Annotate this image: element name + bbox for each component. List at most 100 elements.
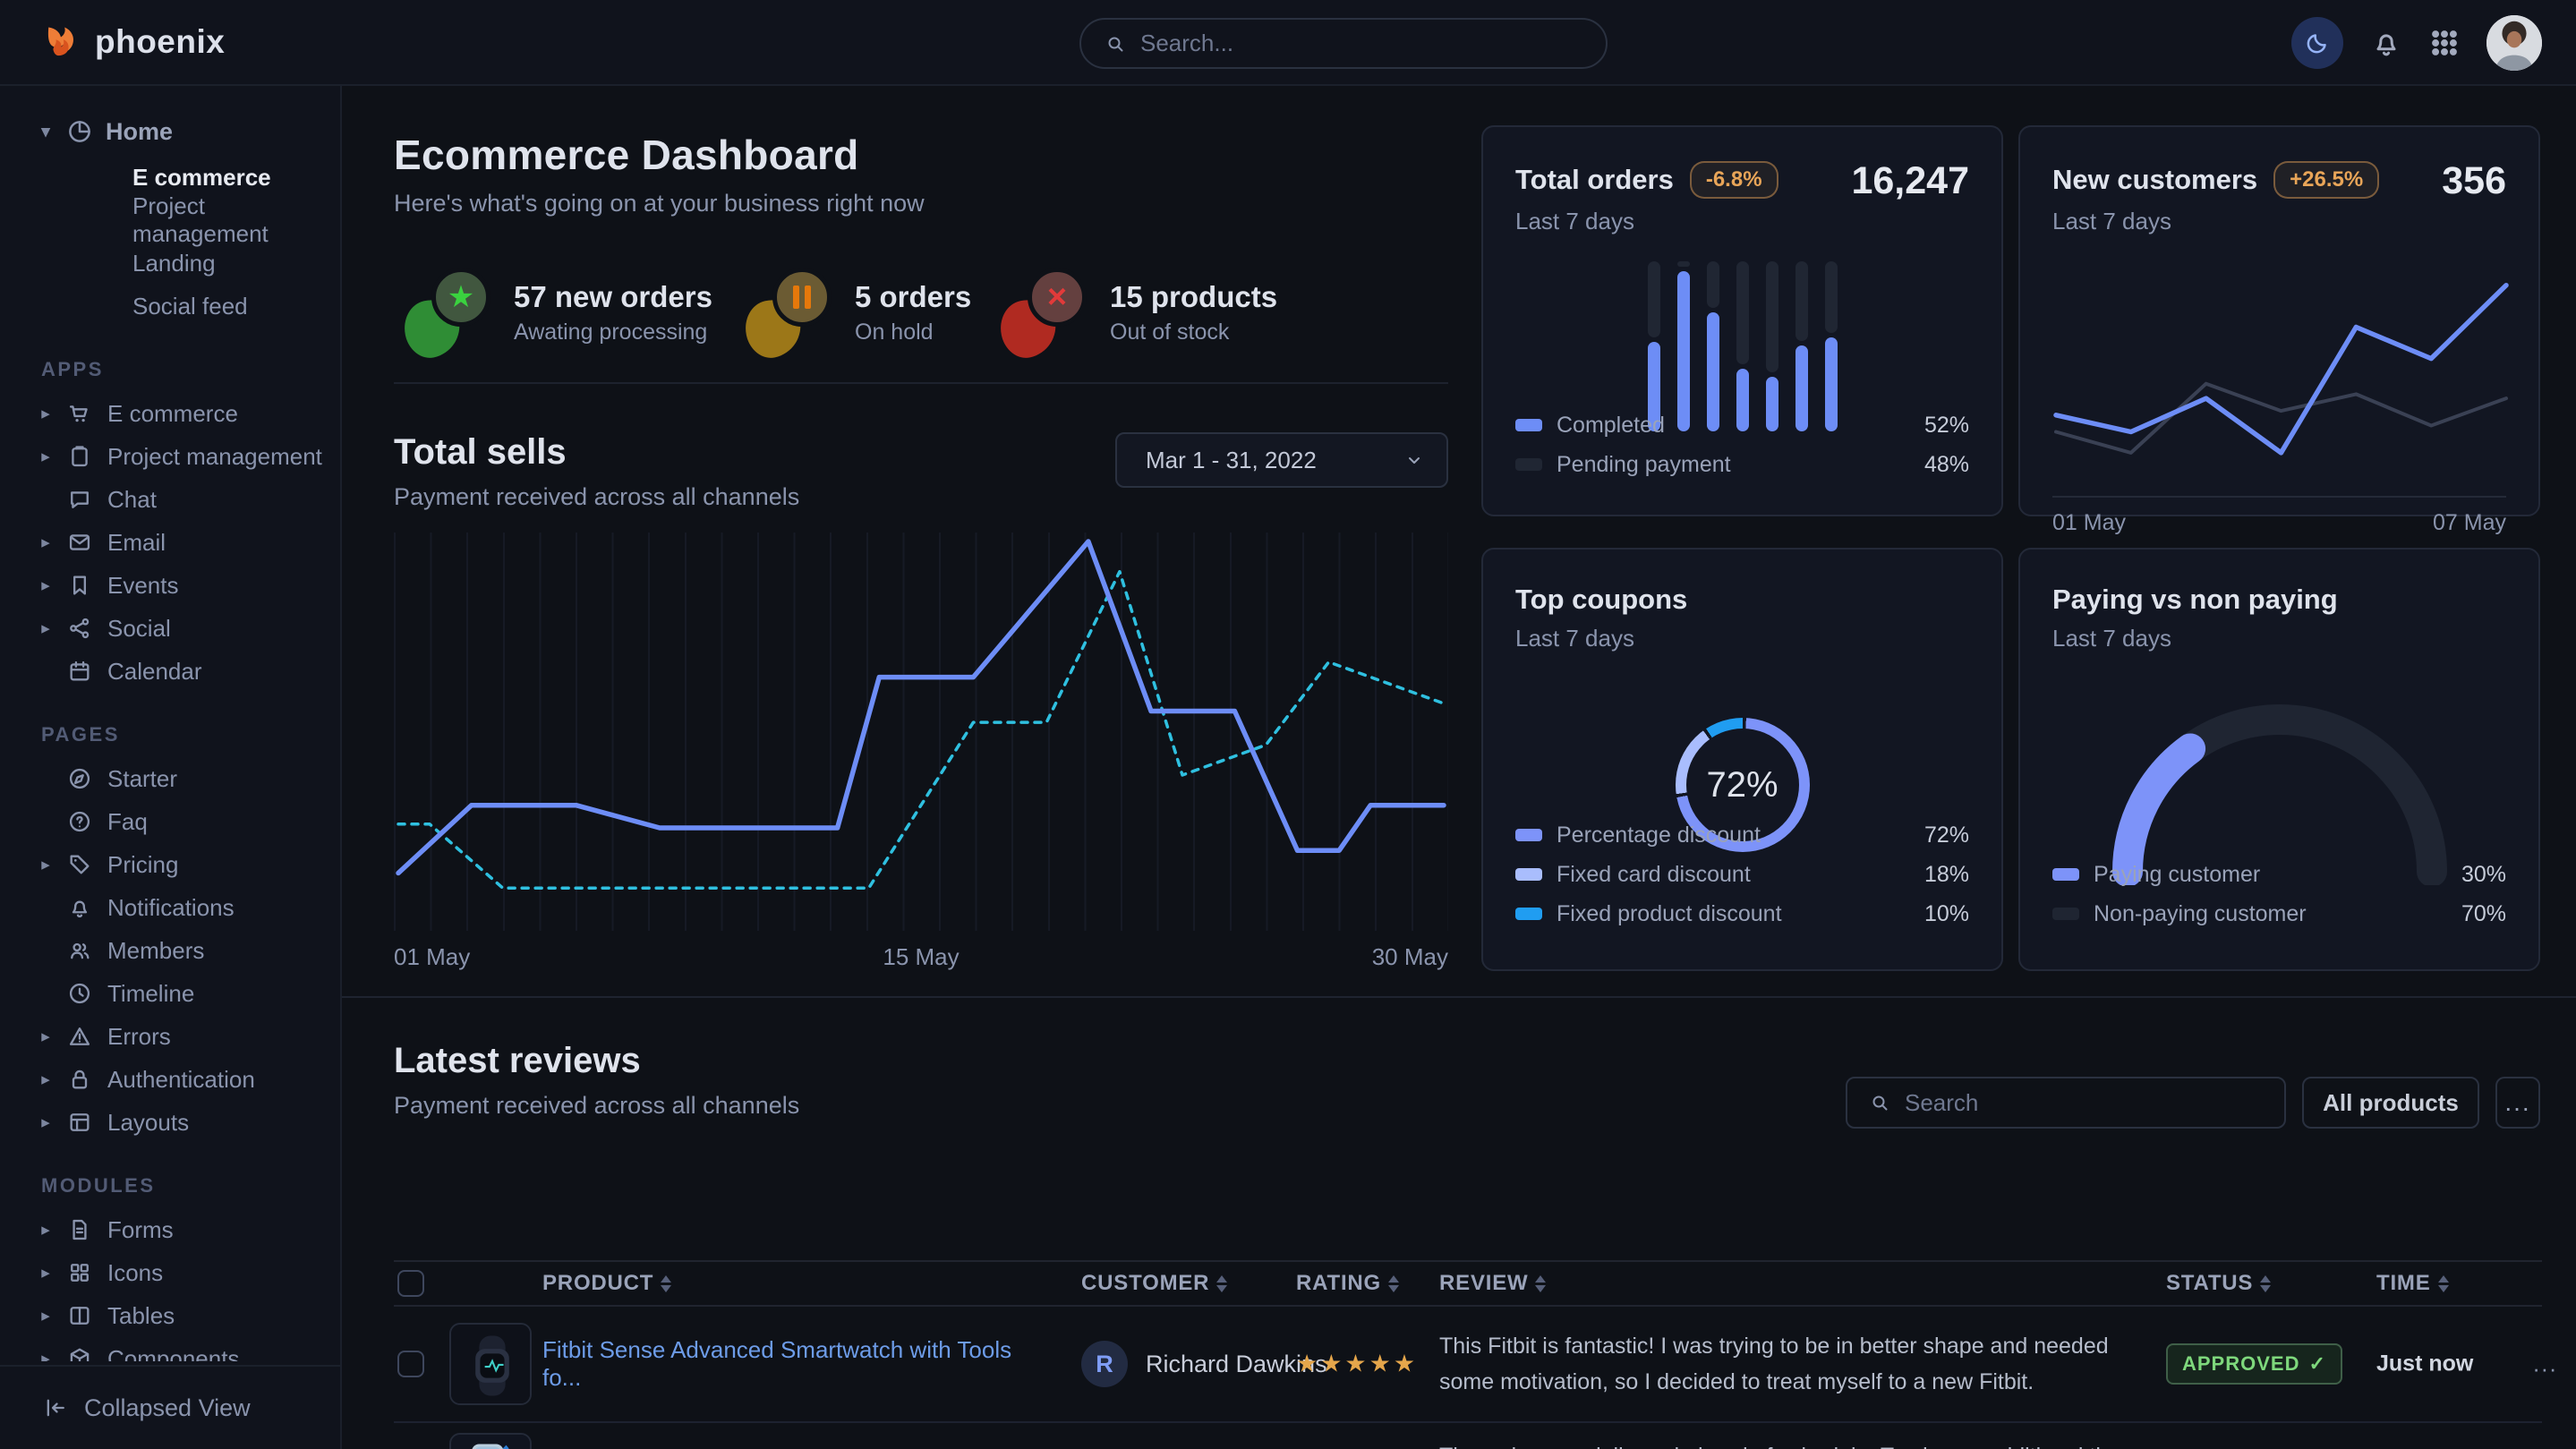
theme-toggle-button[interactable] [2291, 17, 2343, 69]
legend-swatch [1515, 419, 1542, 431]
sidebar-item-authentication[interactable]: ▸Authentication [0, 1058, 340, 1101]
legend-value: 10% [1924, 901, 1969, 927]
sidebar-item-timeline[interactable]: Timeline [0, 972, 340, 1015]
all-products-button[interactable]: All products [2302, 1077, 2479, 1129]
sidebar-item-label: Starter [107, 765, 177, 793]
change-badge: +26.5% [2273, 161, 2379, 199]
question-icon [67, 809, 92, 834]
sort-icon [1388, 1275, 1399, 1292]
sidebar-item-project-management[interactable]: ▸Project management [0, 435, 340, 478]
sidebar-item-e-commerce[interactable]: ▸ E commerce [0, 392, 340, 435]
sidebar-item-forms[interactable]: ▸Forms [0, 1208, 340, 1251]
product-link[interactable]: Fitbit Sense Advanced Smartwatch with To… [542, 1336, 1026, 1392]
sidebar-item-home[interactable]: ▾Home [0, 107, 340, 156]
card-value: 16,247 [1851, 159, 1969, 203]
sidebar-subitem-social-feed[interactable]: Social feed [0, 285, 340, 328]
reviews-search-input[interactable]: Search [1846, 1077, 2286, 1129]
sidebar-item-errors[interactable]: ▸ Errors [0, 1015, 340, 1058]
sidebar-item-label: Email [107, 529, 166, 557]
table-header: PRODUCT CUSTOMER RATING REVIEW STATUS TIME [394, 1260, 2542, 1307]
product-link[interactable]: iPhone 13 pro max-Pacific Blue-128GB sto… [542, 1446, 1026, 1449]
sidebar-item-pricing[interactable]: ▸Pricing [0, 843, 340, 886]
legend-label: Fixed product discount [1557, 901, 1910, 927]
sidebar-item-components[interactable]: ▸Components [0, 1337, 340, 1361]
stat-value: 5 orders [855, 280, 971, 314]
more-options-button[interactable]: ... [2495, 1077, 2540, 1129]
product-thumbnail[interactable] [449, 1433, 532, 1449]
legend-swatch [1515, 868, 1542, 881]
reviews-table: PRODUCT CUSTOMER RATING REVIEW STATUS TIME Fit… [394, 1260, 2542, 1449]
compass-icon [67, 766, 92, 791]
collapse-icon [43, 1395, 68, 1420]
legend-swatch [2052, 908, 2079, 920]
sidebar-item-label: Notifications [107, 894, 235, 922]
date-range-value: Mar 1 - 31, 2022 [1146, 447, 1317, 474]
sidebar-item-tables[interactable]: ▸Tables [0, 1294, 340, 1337]
sidebar-item-label: Forms [107, 1216, 174, 1244]
sidebar-item-label: Project management [107, 443, 322, 471]
legend-value: 48% [1924, 452, 1969, 478]
sidebar-item-faq[interactable]: Faq [0, 800, 340, 843]
caret-right-icon: ▸ [38, 404, 54, 424]
sidebar-item-label: Errors [107, 1023, 171, 1051]
reviews-subtitle: Payment received across all channels [394, 1092, 799, 1120]
sidebar-item-label: Members [107, 937, 204, 965]
column-header-status[interactable]: STATUS [2166, 1271, 2271, 1296]
page-title: Ecommerce Dashboard [394, 131, 1448, 179]
caret-right-icon: ▸ [38, 1027, 54, 1047]
legend-label: Pending payment [1557, 452, 1910, 478]
new-customers-axis: 01 May 07 May [2052, 496, 2506, 536]
share-icon [67, 616, 92, 641]
select-all-checkbox[interactable] [397, 1270, 424, 1297]
brand[interactable]: phoenix [41, 21, 225, 63]
sidebar-section-label: PAGES [41, 723, 340, 746]
product-thumbnail[interactable] [449, 1323, 532, 1405]
lock-icon [67, 1067, 92, 1092]
change-badge: -6.8% [1690, 161, 1778, 199]
column-header-product[interactable]: PRODUCT [542, 1271, 671, 1296]
stat-2: 5 ordersOn hold [746, 268, 971, 357]
column-header-time[interactable]: TIME [2376, 1271, 2449, 1296]
sidebar-item-label: E commerce [107, 400, 238, 428]
row-checkbox[interactable] [397, 1351, 424, 1377]
sidebar-item-email[interactable]: ▸Email [0, 521, 340, 564]
sidebar-item-starter[interactable]: Starter [0, 757, 340, 800]
main-content: Ecommerce Dashboard Here's what's going … [342, 86, 2576, 1449]
legend-label: Completed [1557, 413, 1910, 439]
user-avatar[interactable] [2486, 15, 2542, 71]
legend-value: 52% [1924, 413, 1969, 439]
row-menu-button[interactable]: ... [2533, 1351, 2558, 1378]
check-icon: ✓ [2308, 1352, 2325, 1376]
bell-icon [67, 895, 92, 920]
sidebar-item-events[interactable]: ▸Events [0, 564, 340, 607]
date-range-select[interactable]: Mar 1 - 31, 2022 [1115, 432, 1448, 488]
search-placeholder: Search... [1140, 30, 1233, 57]
axis-tick: 07 May [2433, 510, 2506, 536]
sidebar-item-notifications[interactable]: Notifications [0, 886, 340, 929]
sidebar-item-members[interactable]: Members [0, 929, 340, 972]
legend-row: Completed 52% [1515, 405, 1969, 445]
total-sells-title: Total sells [394, 432, 799, 473]
caret-down-icon: ▾ [38, 122, 54, 142]
column-header-customer[interactable]: CUSTOMER [1081, 1271, 1227, 1296]
sidebar-item-calendar[interactable]: Calendar [0, 650, 340, 693]
customer-cell[interactable]: RRichard Dawkins [1081, 1341, 1327, 1387]
legend-swatch [2052, 868, 2079, 881]
apps-grid-icon[interactable] [2429, 28, 2460, 58]
sidebar-item-social[interactable]: ▸Social [0, 607, 340, 650]
sidebar-item-layouts[interactable]: ▸Layouts [0, 1101, 340, 1144]
column-header-review[interactable]: REVIEW [1439, 1271, 1546, 1296]
card-value: 356 [2442, 159, 2506, 203]
global-search-input[interactable]: Search... [1079, 18, 1608, 69]
collapse-view-button[interactable]: Collapsed View [0, 1365, 340, 1449]
sidebar-item-chat[interactable]: Chat [0, 478, 340, 521]
sidebar-item-icons[interactable]: ▸Icons [0, 1251, 340, 1294]
sidebar-item-label: Authentication [107, 1066, 255, 1094]
axis-tick: 01 May [2052, 510, 2126, 536]
users-icon [67, 938, 92, 963]
sidebar-subitem-landing[interactable]: Landing [0, 242, 340, 285]
review-time: Just now [2376, 1351, 2473, 1377]
sidebar-subitem-project-management[interactable]: Project management [0, 199, 340, 242]
notifications-bell-icon[interactable] [2370, 27, 2402, 59]
column-header-rating[interactable]: RATING [1296, 1271, 1399, 1296]
